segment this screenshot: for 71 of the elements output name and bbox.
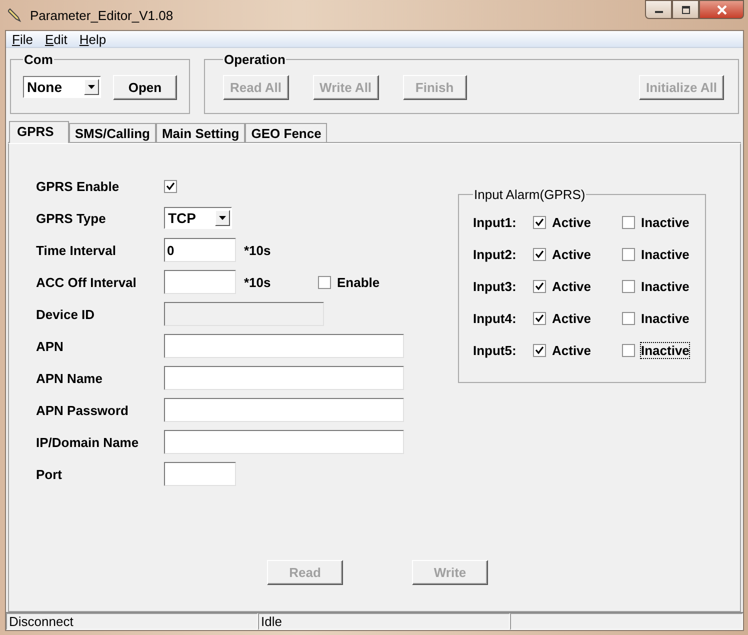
checkbox-label: Active (552, 214, 592, 230)
checkbox-label: Inactive (641, 214, 690, 230)
checkbox[interactable] (318, 276, 331, 288)
text-field[interactable] (164, 366, 404, 390)
close-icon (716, 4, 728, 14)
menu-item[interactable]: Edit (44, 32, 68, 46)
field-label: Port (36, 466, 63, 482)
window-title: Parameter_Editor_V1.08 (30, 8, 174, 22)
text-field[interactable] (164, 430, 404, 454)
field-label: APN Password (36, 402, 130, 418)
status-text: Disconnect (6, 613, 258, 630)
unit-label: *10s (244, 274, 272, 290)
port-dropdown[interactable]: None (23, 76, 101, 98)
checkbox[interactable] (533, 248, 546, 260)
field-label: GPRS Type (36, 210, 107, 226)
checkbox[interactable] (533, 216, 546, 228)
input-label: Input3: (473, 278, 518, 294)
checkbox[interactable] (622, 216, 635, 228)
checkbox-label: Active (552, 342, 592, 358)
checkbox[interactable] (622, 344, 635, 356)
checkbox[interactable] (622, 248, 635, 260)
text-field[interactable] (164, 270, 236, 294)
group-title: Input Alarm(GPRS) (473, 187, 586, 202)
open-button[interactable]: Open (113, 74, 177, 100)
dropdown-arrow-icon (88, 85, 95, 89)
group-title: Com (23, 52, 54, 67)
text-field[interactable] (164, 334, 404, 358)
tab[interactable]: GPRS (9, 121, 69, 143)
checkbox[interactable] (164, 180, 177, 192)
menu-item[interactable]: File (12, 32, 33, 46)
checkbox-label: Inactive (641, 246, 690, 262)
checkbox[interactable] (622, 280, 635, 292)
menu-item[interactable]: Help (79, 32, 106, 46)
text-field[interactable]: 0 (164, 238, 236, 262)
checkbox-label: Inactive (641, 278, 690, 294)
field-label: ACC Off Interval (36, 274, 138, 290)
checkbox-label: Inactive (641, 342, 690, 358)
maximize-icon (680, 6, 690, 14)
text-field[interactable] (164, 462, 236, 486)
input-label: Input1: (473, 214, 518, 230)
field-label: APN (36, 338, 64, 354)
input-label: Input2: (473, 246, 518, 262)
minimize-button[interactable] (645, 0, 672, 19)
status-text: Idle (258, 613, 510, 630)
checkbox-label: Active (552, 246, 592, 262)
checkbox-label: Enable (337, 274, 380, 290)
field-label: APN Name (36, 370, 104, 386)
group-title: Operation (223, 52, 286, 67)
checkbox-label: Inactive (641, 310, 690, 326)
checkbox[interactable] (533, 280, 546, 292)
unit-label: *10s (244, 242, 272, 258)
tab[interactable]: SMS/Calling (68, 123, 156, 143)
field-label: GPRS Enable (36, 178, 120, 194)
text-field[interactable] (164, 398, 404, 422)
checkbox[interactable] (533, 312, 546, 324)
checkbox[interactable] (622, 312, 635, 324)
dropdown-arrow-icon (219, 216, 226, 220)
checkbox[interactable] (533, 344, 546, 356)
pen-icon (8, 7, 24, 23)
checkbox-label: Active (552, 310, 592, 326)
input-label: Input5: (473, 342, 518, 358)
checkbox-label: Active (552, 278, 592, 294)
input-label: Input4: (473, 310, 518, 326)
close-button[interactable] (699, 0, 744, 19)
type-dropdown[interactable]: TCP (164, 207, 232, 229)
tab[interactable]: GEO Fence (245, 123, 328, 143)
tab[interactable]: Main Setting (156, 123, 246, 143)
field-label: Device ID (36, 306, 96, 322)
maximize-button[interactable] (672, 0, 699, 19)
field-label: IP/Domain Name (36, 434, 140, 450)
field-label: Time Interval (36, 242, 117, 258)
